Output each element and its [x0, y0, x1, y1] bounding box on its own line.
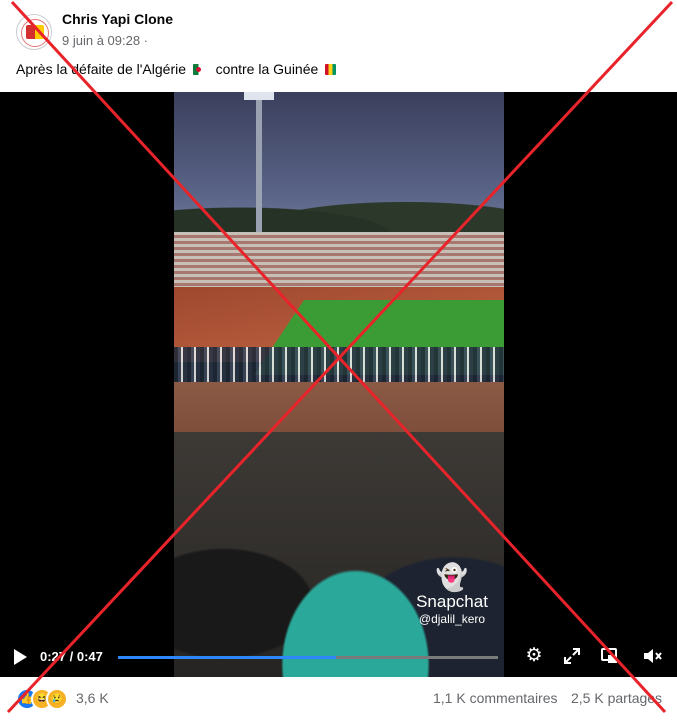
post-date[interactable]: 9 juin à 09:28 · — [62, 33, 148, 48]
snapchat-watermark: 👻 Snapchat @djalil_kero — [407, 562, 497, 627]
sad-reaction-icon: 😢 — [46, 688, 68, 710]
expand-icon[interactable] — [561, 645, 583, 667]
snapchat-label: Snapchat — [416, 592, 488, 611]
mute-icon[interactable] — [641, 645, 663, 667]
post-header: Chris Yapi Clone 9 juin à 09:28 · — [0, 0, 677, 60]
video-player[interactable]: 👻 Snapchat @djalil_kero 0:27 / 0:47 ⚙ — [0, 92, 677, 677]
expand-icon-svg — [564, 648, 580, 664]
mute-icon-svg — [644, 649, 662, 663]
scene-stands — [174, 232, 504, 292]
post-text-part2: contre la Guinée — [215, 61, 319, 77]
avatar-flag-icon — [26, 25, 44, 39]
snapchat-ghost-icon: 👻 — [435, 562, 469, 592]
video-frame: 👻 Snapchat @djalil_kero — [174, 92, 504, 677]
algeria-flag-icon — [192, 64, 204, 75]
progress-bar[interactable] — [118, 656, 498, 659]
progress-fill — [118, 656, 337, 659]
page-avatar[interactable] — [16, 14, 52, 50]
scene-floodlight — [244, 92, 274, 100]
shares-count[interactable]: 2,5 K partages — [571, 690, 662, 706]
post-footer: 👍 😆 😢 3,6 K 1,1 K commentaires 2,5 K par… — [0, 677, 677, 720]
picture-in-picture-icon[interactable] — [598, 645, 620, 667]
snapchat-username: @djalil_kero — [418, 612, 486, 626]
reaction-count[interactable]: 3,6 K — [76, 690, 109, 706]
play-icon[interactable] — [14, 649, 27, 665]
post-text: Après la défaite de l'Algérie contre la … — [16, 61, 337, 77]
post-text-part1: Après la défaite de l'Algérie — [16, 61, 186, 77]
video-controls: 0:27 / 0:47 ⚙ — [0, 640, 677, 674]
pip-inner — [608, 655, 617, 663]
settings-icon[interactable]: ⚙ — [523, 645, 545, 667]
comments-count[interactable]: 1,1 K commentaires — [433, 690, 558, 706]
page-name[interactable]: Chris Yapi Clone — [62, 11, 173, 27]
time-display: 0:27 / 0:47 — [40, 649, 103, 664]
guinea-flag-icon — [325, 64, 337, 75]
scene-light-pole — [256, 92, 262, 247]
